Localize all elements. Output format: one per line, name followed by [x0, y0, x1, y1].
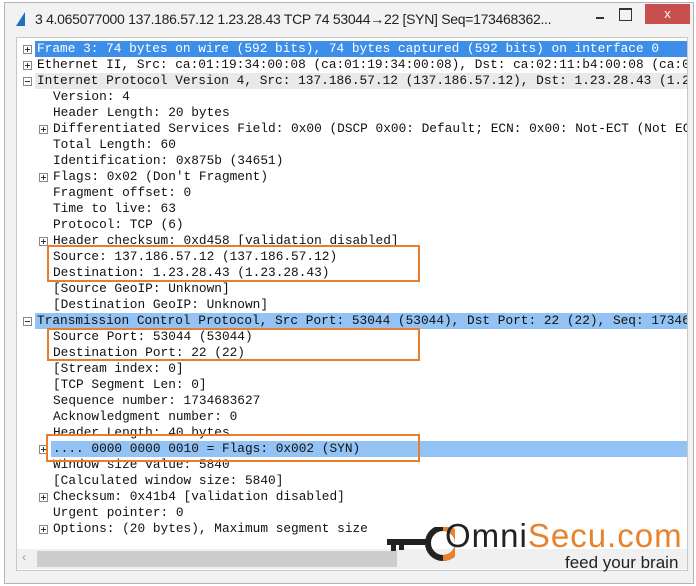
expand-icon[interactable]	[39, 493, 48, 502]
minimize-button[interactable]	[593, 8, 609, 24]
tree-row[interactable]: Internet Protocol Version 4, Src: 137.18…	[23, 73, 688, 89]
tree-row[interactable]: Protocol: TCP (6)	[17, 217, 687, 233]
highlight-box	[47, 245, 420, 282]
tree-row[interactable]: [Destination GeoIP: Unknown]	[17, 297, 687, 313]
tree-row-label: Protocol: TCP (6)	[53, 217, 184, 232]
tree-row[interactable]: Total Length: 60	[17, 137, 687, 153]
tree-row[interactable]: Differentiated Services Field: 0x00 (DSC…	[17, 121, 687, 137]
title-bar: 3 4.065077000 137.186.57.12 1.23.28.43 T…	[5, 3, 693, 37]
scroll-left-icon[interactable]: ‹	[22, 550, 26, 564]
logo-text-secu: Secu.com	[527, 517, 683, 554]
tree-row-label: Internet Protocol Version 4, Src: 137.18…	[37, 73, 688, 88]
tree-row-label: Sequence number: 1734683627	[53, 393, 261, 408]
logo-tagline: feed your brain	[565, 553, 679, 572]
tree-row[interactable]: Version: 4	[17, 89, 687, 105]
tree-row[interactable]: Header Length: 20 bytes	[17, 105, 687, 121]
tree-row-label: Time to live: 63	[53, 201, 176, 216]
tree-row-label: Differentiated Services Field: 0x00 (DSC…	[53, 121, 687, 136]
tree-row-label: [Stream index: 0]	[53, 361, 184, 376]
tree-row[interactable]: [TCP Segment Len: 0]	[17, 377, 687, 393]
tree-row-label: Checksum: 0x41b4 [validation disabled]	[53, 489, 345, 504]
tree-row-label: [Calculated window size: 5840]	[53, 473, 284, 488]
highlight-box	[47, 328, 420, 361]
tree-row[interactable]: Identification: 0x875b (34651)	[17, 153, 687, 169]
tree-row-label: [TCP Segment Len: 0]	[53, 377, 207, 392]
tree-row-label: Flags: 0x02 (Don't Fragment)	[53, 169, 269, 184]
tree-row-label: Options: (20 bytes), Maximum segment siz…	[53, 521, 368, 536]
tree-row-label: Urgent pointer: 0	[53, 505, 184, 520]
omnisecu-logo: OmniSecu.com feed your brain	[385, 515, 685, 580]
expand-icon[interactable]	[39, 125, 48, 134]
tree-row-label: Total Length: 60	[53, 137, 176, 152]
tree-row[interactable]: Frame 3: 74 bytes on wire (592 bits), 74…	[23, 41, 687, 57]
packet-detail-tree: Options: (20 bytes), Maximum segment siz…	[16, 37, 688, 571]
tree-row-label: Fragment offset: 0	[53, 185, 192, 200]
expand-icon[interactable]	[23, 61, 32, 70]
tree-row[interactable]: Checksum: 0x41b4 [validation disabled]	[17, 489, 687, 505]
tree-row-label: Version: 4	[53, 89, 130, 104]
expand-icon[interactable]	[23, 45, 32, 54]
tree-row-label: Ethernet II, Src: ca:01:19:34:00:08 (ca:…	[37, 57, 687, 72]
tree-row[interactable]: [Calculated window size: 5840]	[17, 473, 687, 489]
collapse-icon[interactable]	[23, 77, 32, 86]
window-title: 3 4.065077000 137.186.57.12 1.23.28.43 T…	[35, 11, 552, 27]
maximize-button[interactable]	[619, 8, 632, 21]
tree-row-label: [Source GeoIP: Unknown]	[53, 281, 230, 296]
collapse-icon[interactable]	[23, 317, 32, 326]
tree-row[interactable]: [Source GeoIP: Unknown]	[17, 281, 687, 297]
tree-row-label: Header Length: 20 bytes	[53, 105, 230, 120]
logo-text-omni: Omni	[445, 517, 528, 554]
highlight-box	[46, 434, 420, 462]
tree-row[interactable]: Fragment offset: 0	[17, 185, 687, 201]
wireshark-fin-icon	[16, 12, 25, 26]
packet-details-window: 3 4.065077000 137.186.57.12 1.23.28.43 T…	[4, 2, 694, 584]
expand-icon[interactable]	[39, 173, 48, 182]
tree-row[interactable]: Ethernet II, Src: ca:01:19:34:00:08 (ca:…	[17, 57, 687, 73]
scrollbar-thumb[interactable]	[37, 551, 397, 567]
tree-row[interactable]: Flags: 0x02 (Don't Fragment)	[17, 169, 687, 185]
tree-row-label: Identification: 0x875b (34651)	[53, 153, 284, 168]
tree-row[interactable]: Time to live: 63	[17, 201, 687, 217]
tree-row[interactable]: Sequence number: 1734683627	[17, 393, 687, 409]
tree-row-label: Frame 3: 74 bytes on wire (592 bits), 74…	[37, 41, 660, 56]
expand-icon[interactable]	[39, 525, 48, 534]
tree-row[interactable]: Acknowledgment number: 0	[17, 409, 687, 425]
close-button[interactable]: x	[645, 4, 690, 24]
tree-row-label: Acknowledgment number: 0	[53, 409, 238, 424]
tree-row[interactable]: [Stream index: 0]	[17, 361, 687, 377]
tree-row-label: Transmission Control Protocol, Src Port:…	[37, 313, 688, 328]
tree-row-label: [Destination GeoIP: Unknown]	[53, 297, 269, 312]
tree-row[interactable]: Transmission Control Protocol, Src Port:…	[23, 313, 688, 329]
